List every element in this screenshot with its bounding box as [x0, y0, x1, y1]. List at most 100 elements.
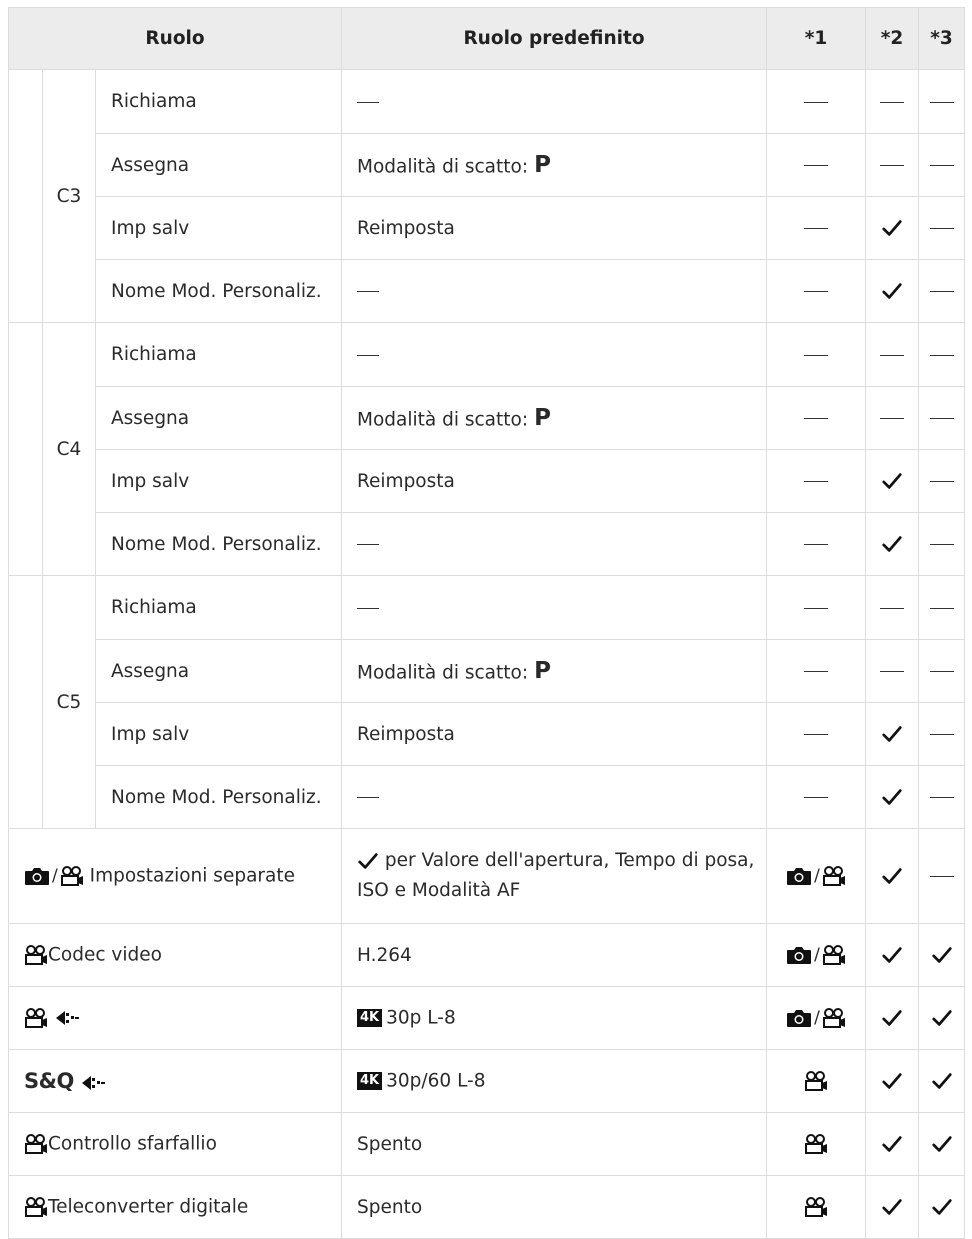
note-1-cell: /	[766, 923, 866, 987]
program-mode-mark: P	[534, 658, 551, 684]
group-name: C5	[42, 575, 96, 829]
role-label: Imp salv	[95, 196, 342, 260]
note-3-cell	[918, 923, 965, 987]
default-value: Reimposta	[341, 196, 767, 260]
dash-mark	[929, 165, 954, 166]
check-icon	[882, 789, 902, 805]
role-label: Controllo sfarfallio	[8, 1112, 342, 1176]
header-role: Ruolo	[8, 7, 342, 70]
table-row: Nome Mod. Personaliz.	[9, 259, 965, 323]
table-row: C5 Richiama	[8, 575, 965, 829]
table-row: Assegna Modalità di scatto: P	[9, 386, 965, 450]
note-2-cell	[865, 828, 919, 924]
role-label	[8, 986, 342, 1050]
header-note-3: *3	[918, 7, 965, 70]
note-1-cell	[766, 386, 866, 450]
image-quality-icon	[55, 1011, 79, 1025]
default-value: Modalità di scatto: P	[341, 639, 767, 703]
default-value: 4K 30p/60 L-8	[341, 1049, 767, 1113]
table-row: S&Q 4K 30p/60 L-8	[8, 1049, 965, 1113]
dash-mark	[880, 418, 904, 419]
note-1-cell	[766, 639, 866, 703]
dash-mark	[357, 101, 379, 103]
dash-mark	[804, 101, 828, 103]
dash-mark	[929, 481, 954, 482]
table-header-row: Ruolo Ruolo predefinito *1 *2 *3	[8, 7, 965, 70]
note-2-cell	[865, 765, 919, 829]
table-row: 4K 30p L-8/	[8, 986, 965, 1050]
note-1-cell	[766, 322, 866, 387]
default-value: Reimposta	[341, 449, 767, 513]
4k-badge: 4K	[357, 1072, 383, 1091]
note-1-cell	[766, 69, 866, 134]
note-2-cell	[865, 923, 919, 987]
dash-mark	[880, 607, 904, 609]
note-3-cell	[918, 386, 965, 450]
dash-mark	[804, 797, 828, 798]
note-2-cell	[865, 1175, 919, 1239]
note-2-cell	[865, 133, 919, 197]
check-icon	[882, 1199, 902, 1215]
note-3-cell	[918, 575, 965, 640]
note-1-cell	[766, 1049, 866, 1113]
dash-mark	[880, 354, 904, 356]
role-label: S&Q	[8, 1049, 342, 1113]
dash-mark	[880, 165, 904, 166]
note-1-cell	[766, 259, 866, 323]
movie-icon	[25, 1197, 47, 1217]
dash-mark	[357, 291, 379, 292]
note-1-cell	[766, 196, 866, 260]
dash-mark	[929, 544, 954, 545]
default-value: Modalità di scatto: P	[341, 133, 767, 197]
dash-mark	[929, 354, 954, 356]
dash-mark	[880, 101, 904, 103]
table-row: Imp salv Reimposta	[9, 702, 965, 766]
dash-mark	[357, 607, 379, 609]
check-icon	[882, 473, 902, 489]
dash-mark	[804, 671, 828, 672]
dash-mark	[357, 797, 379, 798]
note-3-cell	[918, 133, 965, 197]
dash-mark	[929, 101, 954, 103]
check-icon	[882, 536, 902, 552]
note-2-cell	[865, 322, 919, 387]
note-3-cell	[918, 259, 965, 323]
note-3-cell	[918, 828, 965, 924]
movie-icon	[60, 866, 83, 886]
check-icon	[931, 1199, 952, 1215]
note-1-cell	[766, 133, 866, 197]
check-icon	[931, 1136, 952, 1152]
dash-mark	[804, 607, 828, 609]
movie-icon	[25, 1134, 47, 1154]
role-label: Imp salv	[95, 449, 342, 513]
note-1-cell	[766, 765, 866, 829]
movie-icon	[25, 945, 47, 965]
group-name: C4	[42, 322, 96, 576]
indent-cell	[8, 322, 43, 576]
dash-mark	[929, 607, 954, 609]
default-value	[341, 69, 767, 134]
check-icon	[882, 868, 902, 884]
table-row: Nome Mod. Personaliz.	[9, 512, 965, 576]
movie-icon	[822, 1008, 845, 1028]
role-label: Codec video	[8, 923, 342, 987]
default-value: 4K 30p L-8	[341, 986, 767, 1050]
table-row: Assegna Modalità di scatto: P	[9, 639, 965, 703]
table-row: / Impostazioni separate per Valore dell'…	[8, 828, 965, 924]
dash-mark	[357, 544, 379, 545]
camera-icon	[787, 1010, 812, 1027]
note-3-cell	[918, 512, 965, 576]
note-3-cell	[918, 1175, 965, 1239]
default-value: H.264	[341, 923, 767, 987]
check-icon	[882, 947, 902, 963]
table-row: Codec video H.264/	[8, 923, 965, 987]
default-value	[341, 765, 767, 829]
note-2-cell	[865, 1112, 919, 1176]
default-value	[341, 512, 767, 576]
default-value: per Valore dell'apertura, Tempo di posa,…	[341, 828, 767, 924]
movie-icon	[805, 1071, 827, 1091]
note-1-cell	[766, 1112, 866, 1176]
dash-mark	[929, 228, 954, 229]
camera-icon	[787, 868, 812, 885]
note-2-cell	[865, 986, 919, 1050]
